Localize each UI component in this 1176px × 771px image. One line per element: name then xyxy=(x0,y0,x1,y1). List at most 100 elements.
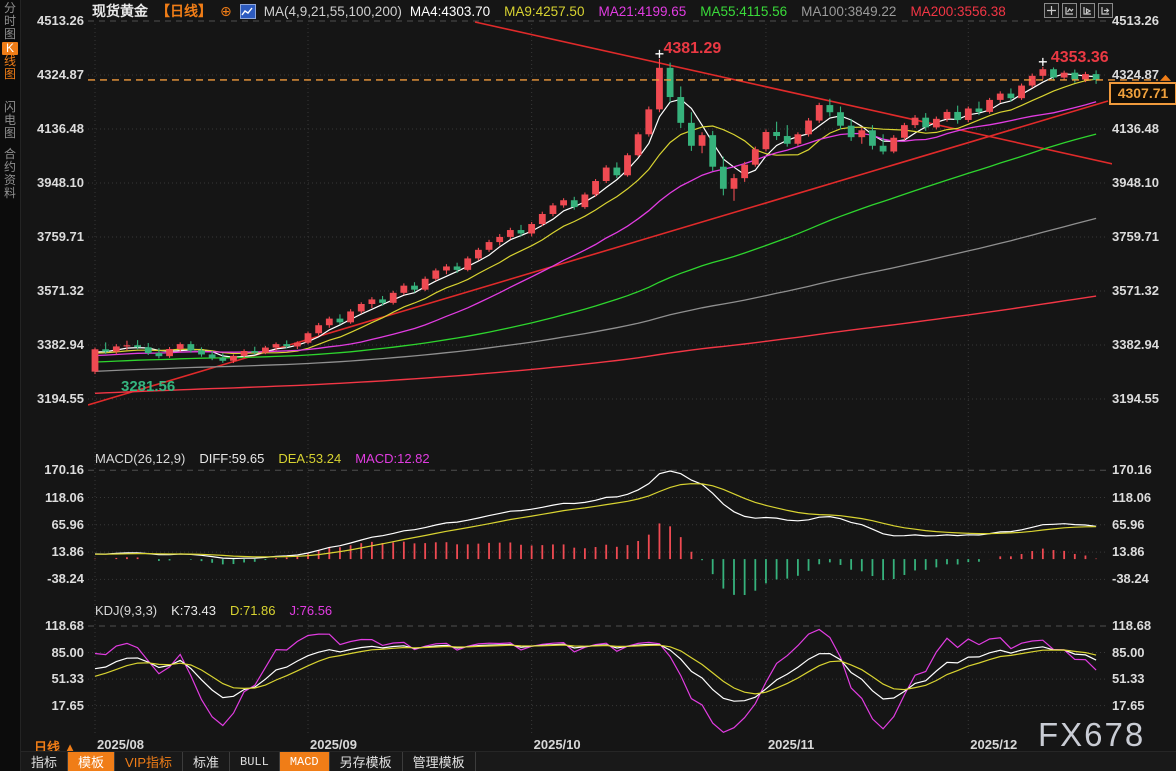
ma-value-label: MA200:3556.38 xyxy=(910,4,1005,19)
ma-value-label: MA55:4115.56 xyxy=(700,4,787,19)
bottom-tab-另存模板[interactable]: 另存模板 xyxy=(330,752,403,771)
kdj-j-value: J:76.56 xyxy=(290,603,333,618)
bottom-tab-模板[interactable]: 模板 xyxy=(68,752,115,771)
price-axis-label: 51.33 xyxy=(26,671,84,686)
sidebar-tab-闪电图[interactable]: 闪电图 xyxy=(0,101,20,140)
add-indicator-icon[interactable]: ⊕ xyxy=(220,3,232,20)
price-axis-label: 3571.32 xyxy=(1112,283,1159,298)
price-axis-label: 3382.94 xyxy=(26,337,84,352)
price-axis-label: 3194.55 xyxy=(1112,391,1159,406)
symbol-title: 现货黄金 xyxy=(92,1,148,21)
price-axis-label: 4513.26 xyxy=(1112,13,1159,28)
high-cross-marker xyxy=(1039,58,1047,66)
sidebar-tab-char: 图 xyxy=(4,28,16,41)
price-axis-label: 3382.94 xyxy=(1112,337,1159,352)
sidebar-tab-K线图[interactable]: K线图 xyxy=(0,42,20,81)
price-axis-label: 3759.71 xyxy=(26,229,84,244)
macd-pane xyxy=(95,471,1096,595)
macd-label-row: MACD(26,12,9) DIFF:59.65 DEA:53.24 MACD:… xyxy=(95,451,430,466)
chart-axis-icon[interactable] xyxy=(1062,3,1077,18)
sidebar-tab-合约资料[interactable]: 合约资料 xyxy=(0,148,20,200)
price-axis-label: 13.86 xyxy=(1112,544,1145,559)
price-axis-label: 17.65 xyxy=(1112,698,1145,713)
price-axis-label: 4136.48 xyxy=(1112,121,1159,136)
descending-resistance-trendline[interactable] xyxy=(475,22,1176,178)
price-axis-label: 4324.87 xyxy=(1112,67,1159,82)
ma200-line xyxy=(95,296,1096,393)
chart-toolbar-icons xyxy=(1044,3,1113,18)
bottom-tab-标准[interactable]: 标准 xyxy=(183,752,230,771)
ma100-line xyxy=(95,218,1096,371)
move-icon[interactable] xyxy=(1044,3,1059,18)
kdj-label-row: KDJ(9,3,3) K:73.43 D:71.86 J:76.56 xyxy=(95,603,332,618)
bottom-tab-MACD[interactable]: MACD xyxy=(280,752,330,771)
trading-chart-app: 现货黄金 【日线】 ⊕ MA(4,9,21,55,100,200) MA4:43… xyxy=(0,0,1176,771)
chart-header: 现货黄金 【日线】 ⊕ MA(4,9,21,55,100,200) MA4:43… xyxy=(92,2,1006,20)
candlesticks xyxy=(92,50,1100,374)
date-label: 2025/11 xyxy=(768,737,814,752)
kdj-k-line xyxy=(95,644,1096,701)
peak-price-annotation: 4381.29 xyxy=(663,40,721,58)
price-axis-label: 4513.26 xyxy=(26,13,84,28)
sidebar-tab-分时图[interactable]: 分时图 xyxy=(0,2,20,41)
ma-value-label: MA9:4257.50 xyxy=(504,4,584,19)
date-label: 2025/08 xyxy=(97,737,144,752)
sidebar-tab-char: 图 xyxy=(4,68,16,81)
period-selector-tag[interactable]: 【日线】 xyxy=(156,1,212,21)
price-axis-label: 51.33 xyxy=(1112,671,1145,686)
bottom-tab-指标[interactable]: 指标 xyxy=(20,752,68,771)
date-label: 2025/09 xyxy=(310,737,357,752)
price-axis-label: 3759.71 xyxy=(1112,229,1159,244)
low-price-annotation: 3281.56 xyxy=(121,378,175,395)
price-axis-label: 13.86 xyxy=(26,544,84,559)
price-axis-label: 3948.10 xyxy=(26,175,84,190)
sidebar-tab-char: 图 xyxy=(4,127,16,140)
ma-settings-label: MA(4,9,21,55,100,200) xyxy=(264,4,402,19)
ma-value-label: MA21:4199.65 xyxy=(598,4,686,19)
price-axis-label: 3948.10 xyxy=(1112,175,1159,190)
price-axis-label: 118.06 xyxy=(26,490,84,505)
chart-canvas[interactable] xyxy=(0,0,1176,771)
ma-value-label: MA100:3849.22 xyxy=(801,4,896,19)
price-axis-label: 118.68 xyxy=(1112,618,1151,633)
date-label: 2025/10 xyxy=(534,737,581,752)
price-axis-label: 85.00 xyxy=(26,645,84,660)
price-axis-label: 65.96 xyxy=(26,517,84,532)
bottom-tab-BULL[interactable]: BULL xyxy=(230,752,280,771)
price-axis-label: 4136.48 xyxy=(26,121,84,136)
date-label: 2025/12 xyxy=(970,737,1017,752)
price-axis-label: 4324.87 xyxy=(26,67,84,82)
price-axis-label: 85.00 xyxy=(1112,645,1145,660)
price-axis-label: 17.65 xyxy=(26,698,84,713)
ma-value-list: MA4:4303.70 MA9:4257.50 MA21:4199.65 MA55:4… xyxy=(410,4,1006,19)
kdj-d-value: D:71.86 xyxy=(230,603,276,618)
price-axis-label: -38.24 xyxy=(1112,571,1149,586)
chart-type-sidebar: 分时图K线图闪电图合约资料 xyxy=(0,0,21,771)
ma9-line xyxy=(95,79,1096,353)
macd-macd-value: MACD:12.82 xyxy=(355,451,429,466)
price-axis-label: -38.24 xyxy=(26,571,84,586)
recent-high-annotation: 4353.36 xyxy=(1051,49,1109,67)
price-axis-label: 65.96 xyxy=(1112,517,1145,532)
chart-play-icon[interactable] xyxy=(1080,3,1095,18)
macd-diff-value: DIFF:59.65 xyxy=(199,451,264,466)
indicator-template-toolbar: 指标模板VIP指标标准BULLMACD另存模板管理模板 xyxy=(0,751,1176,771)
price-axis-label: 170.16 xyxy=(1112,462,1152,477)
macd-dea-line xyxy=(95,484,1096,557)
ma55-line xyxy=(95,134,1096,362)
watermark: FX678 xyxy=(1038,716,1145,754)
ascending-support-trendline[interactable] xyxy=(88,101,1108,405)
candlestick-chart-icon[interactable] xyxy=(240,4,256,19)
price-axis-label: 118.06 xyxy=(1112,490,1151,505)
macd-name: MACD(26,12,9) xyxy=(95,451,185,466)
bottom-tab-管理模板[interactable]: 管理模板 xyxy=(403,752,476,771)
kdj-d-line xyxy=(95,645,1096,694)
price-axis-label: 170.16 xyxy=(26,462,84,477)
macd-diff-line xyxy=(95,471,1096,559)
high-cross-marker xyxy=(655,50,663,58)
current-price-box: 4307.71 xyxy=(1109,82,1176,105)
bottom-tab-VIP指标[interactable]: VIP指标 xyxy=(115,752,183,771)
ma-value-label: MA4:4303.70 xyxy=(410,4,490,19)
price-axis-label: 3571.32 xyxy=(26,283,84,298)
chart-export-icon[interactable] xyxy=(1098,3,1113,18)
